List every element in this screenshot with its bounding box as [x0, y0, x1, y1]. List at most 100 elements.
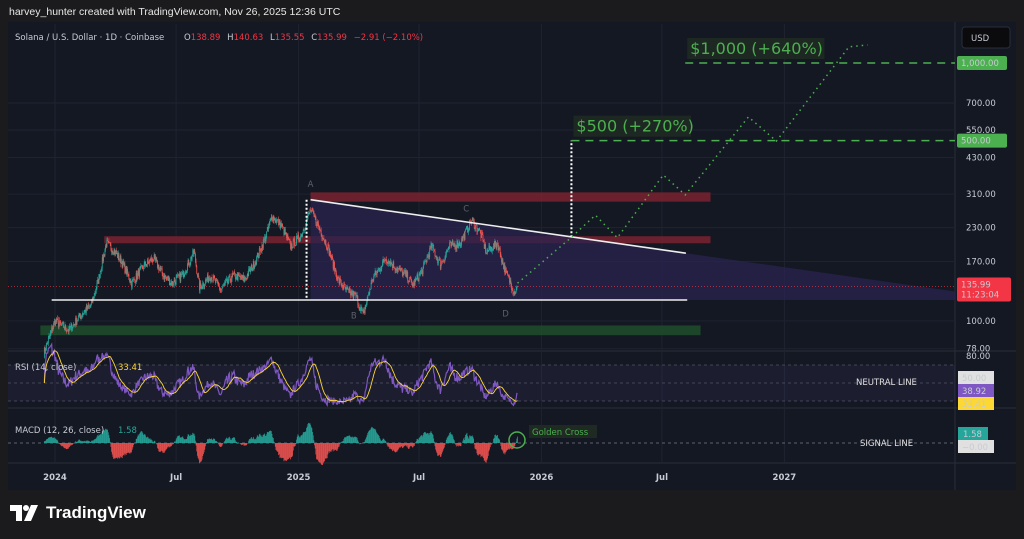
candle-body [296, 235, 298, 237]
chart-canvas[interactable]: A B C D $500 (+270%) $1,000 (+640%) 1,000.00 7… [0, 0, 1024, 539]
candle-body [268, 226, 270, 229]
candle-body [231, 273, 233, 280]
candle-body [289, 239, 291, 242]
candle [517, 285, 518, 288]
candle-body [420, 271, 422, 273]
candle [203, 281, 204, 289]
candle-body [187, 264, 188, 271]
candle [346, 285, 347, 293]
candle [80, 313, 82, 321]
candle-body [390, 261, 392, 265]
candle-body [254, 265, 256, 269]
candle-body [238, 273, 240, 275]
candle [441, 259, 443, 266]
macd-legend-value: 1.58 [118, 426, 137, 436]
candle-body [460, 245, 462, 246]
candle-body [230, 279, 232, 283]
candle [240, 273, 242, 281]
candle-body [218, 286, 220, 290]
candle [76, 317, 78, 325]
candle [388, 258, 389, 267]
candle [101, 254, 103, 272]
candle [433, 244, 435, 253]
candle-body [204, 283, 206, 287]
pattern-point-label: C [463, 205, 469, 215]
candle-body [375, 271, 377, 274]
candle [320, 227, 322, 237]
currency-button[interactable]: USD [961, 26, 1011, 49]
price-tick-label: 310.00 [966, 190, 996, 200]
macd-value: 1.58 [963, 430, 982, 440]
candle-body [129, 279, 130, 282]
candle-body [485, 244, 486, 253]
candle [319, 224, 321, 234]
candle-body [225, 280, 227, 282]
candle-body [340, 278, 341, 280]
candle-body [172, 281, 174, 285]
candle-body [183, 274, 185, 278]
symbol-legend[interactable]: Solana / U.S. Dollar · 1D · Coinbase O13… [15, 33, 423, 43]
rsi-value: 38.92 [962, 387, 986, 397]
candle [211, 274, 213, 284]
candle-body [393, 262, 395, 268]
candle-body [256, 256, 258, 265]
candle-body [381, 266, 383, 270]
candle-body [328, 244, 329, 246]
candle-body [515, 292, 516, 294]
candle-body [65, 324, 67, 330]
candle-body [260, 250, 262, 252]
candle-body [214, 277, 216, 279]
candle [212, 280, 214, 282]
candle-body [271, 217, 273, 220]
tradingview-logo[interactable]: TradingView [10, 503, 146, 523]
candle [157, 260, 158, 270]
candle-body [95, 291, 96, 294]
candle [189, 262, 191, 268]
candle-body [452, 241, 454, 244]
candle-body [433, 249, 435, 251]
candle-body [310, 210, 312, 211]
candle [205, 277, 206, 286]
candle-body [45, 350, 47, 352]
candle-body [332, 256, 333, 260]
candle [402, 271, 404, 279]
candle-body [427, 255, 429, 257]
candle [467, 228, 469, 236]
candle [282, 223, 284, 229]
candle-body [227, 281, 229, 283]
candle-body [313, 211, 315, 215]
candle [234, 273, 236, 282]
candle-body [224, 281, 226, 284]
rsi-label: RSI (14, close) [15, 363, 76, 373]
candle-body [446, 251, 448, 253]
candle [197, 273, 198, 278]
candle-body [205, 279, 206, 284]
candle-body [462, 236, 464, 241]
candle [332, 254, 333, 260]
candle-body [304, 228, 306, 231]
candle-body [269, 220, 271, 223]
candle [489, 245, 491, 253]
candle [296, 233, 297, 246]
candle [472, 217, 474, 223]
price-tick-label: 100.00 [966, 317, 996, 327]
candle-body [181, 273, 183, 276]
candle-body [135, 281, 136, 283]
candle-body [77, 316, 79, 321]
candle-body [229, 275, 231, 281]
candle-body [468, 230, 470, 231]
candle-body [191, 256, 193, 260]
candle [310, 209, 312, 214]
candle-body [300, 236, 301, 241]
candle-body [81, 314, 83, 317]
rsi-level-value: 50.00 [962, 374, 986, 384]
candle [339, 277, 341, 285]
candle [256, 255, 258, 266]
candle-body [499, 247, 501, 254]
candle [107, 237, 108, 242]
candle-body [474, 228, 476, 230]
pattern-point-label: B [351, 312, 357, 322]
candle-body [344, 283, 345, 285]
candle [183, 270, 184, 279]
candle-body [492, 249, 494, 251]
